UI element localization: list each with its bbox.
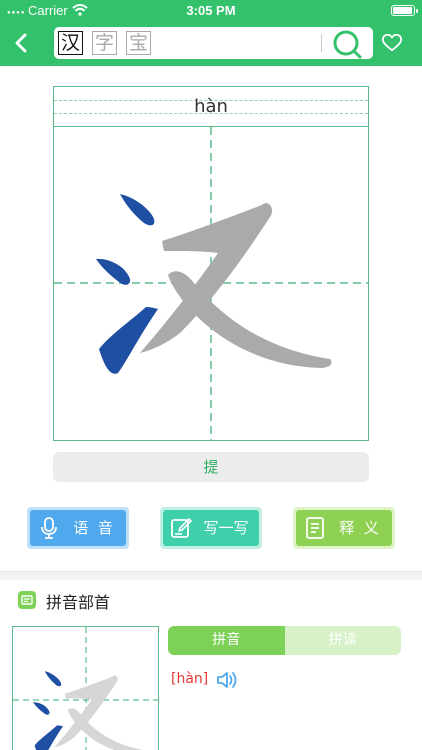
section-separator	[0, 571, 422, 580]
back-chevron-icon[interactable]	[10, 29, 32, 57]
radical-grid	[12, 626, 159, 750]
section-title: 拼音部首	[46, 593, 111, 612]
microphone-icon	[41, 517, 57, 539]
definition-button-inner: 释 义	[296, 510, 392, 546]
write-button[interactable]: 写一写	[160, 507, 262, 549]
search-char-3: 宝	[126, 31, 151, 55]
voice-button[interactable]: 语 音	[27, 507, 129, 549]
search-divider	[321, 34, 322, 52]
favorite-heart-icon[interactable]	[381, 32, 403, 54]
hint-button[interactable]: 提	[53, 452, 369, 482]
stroke-order-canvas[interactable]	[54, 127, 368, 440]
writing-grid: hàn	[53, 86, 369, 441]
definition-button-label: 释 义	[339, 519, 379, 537]
pronunciation-reading: [hàn]	[171, 671, 209, 687]
search-icon[interactable]	[332, 29, 362, 59]
search-input[interactable]: 汉 字 宝	[54, 27, 373, 59]
search-char-1: 汉	[58, 31, 83, 55]
clock-label: 3:05 PM	[186, 3, 236, 18]
nav-header: ●●●● Carrier 3:05 PM 汉 字 宝	[0, 0, 422, 66]
pinyin-band: hàn	[54, 87, 368, 127]
definition-button[interactable]: 释 义	[293, 507, 395, 549]
voice-button-inner: 语 音	[30, 510, 126, 546]
radical-stroke-canvas	[13, 627, 158, 750]
document-icon	[306, 517, 324, 539]
character-pinyin: hàn	[194, 96, 228, 117]
write-button-label: 写一写	[203, 519, 249, 537]
battery-icon	[391, 5, 418, 16]
speaker-icon[interactable]	[216, 670, 240, 690]
status-bar: ●●●● Carrier 3:05 PM	[0, 0, 422, 22]
search-char-2: 字	[92, 31, 117, 55]
tab-pindu[interactable]: 拼读	[284, 626, 401, 655]
write-button-inner: 写一写	[163, 510, 259, 546]
tab-pinyin[interactable]: 拼音	[168, 626, 285, 655]
book-icon	[18, 591, 36, 609]
voice-button-label: 语 音	[73, 519, 113, 537]
pinyin-tabs: 拼音 拼读	[168, 626, 401, 655]
pencil-icon	[171, 518, 192, 538]
